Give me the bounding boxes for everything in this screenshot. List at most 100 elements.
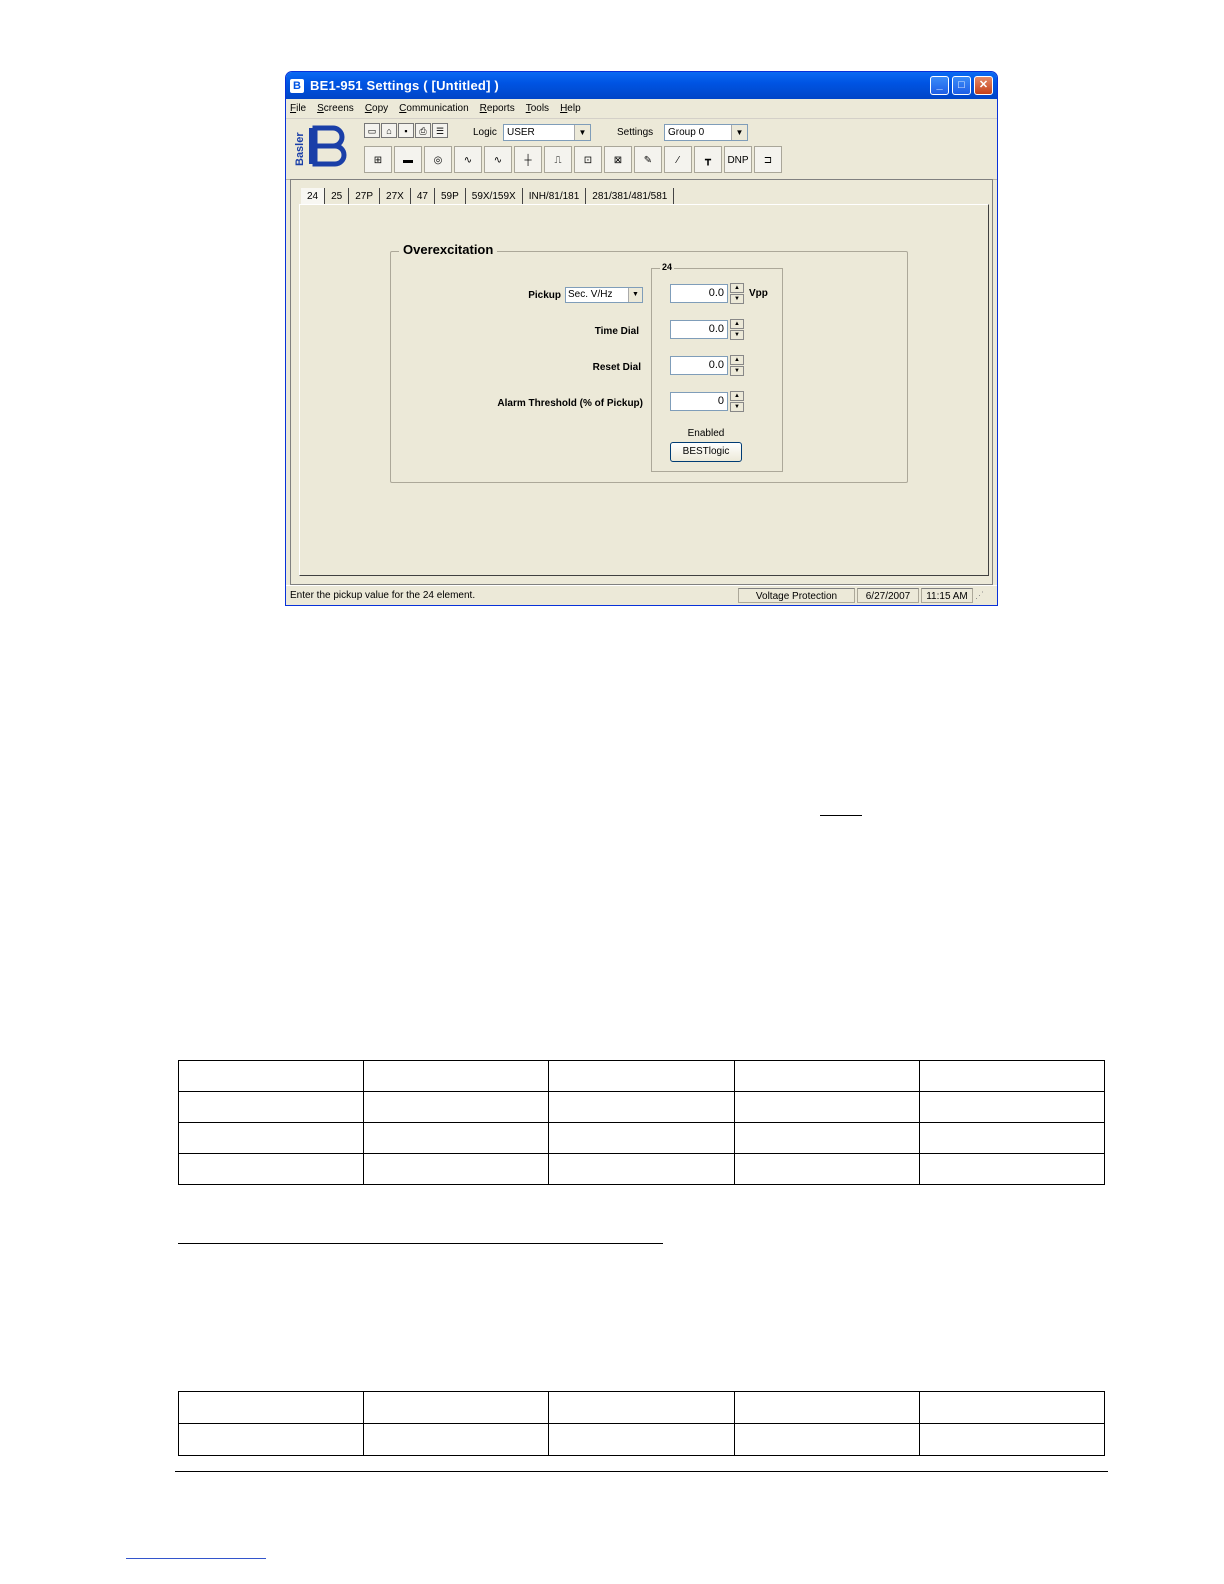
pickup-input[interactable]: 0.0 — [670, 284, 728, 303]
pickup-stepper[interactable]: ▲ ▼ — [730, 283, 744, 305]
settings-group-value: Group 0 — [668, 127, 705, 138]
pickup-label: Pickup — [528, 290, 561, 301]
reset-dial-stepper[interactable]: ▲ ▼ — [730, 355, 744, 377]
table-row — [177, 1060, 1106, 1092]
impedance-icon[interactable]: ⁄ — [664, 146, 692, 173]
tab-24[interactable]: 24 — [301, 188, 326, 204]
chevron-down-icon[interactable]: ▼ — [730, 294, 744, 304]
status-time: 11:15 AM — [921, 588, 973, 603]
properties-icon[interactable]: ☰ — [432, 123, 448, 138]
tab-59x[interactable]: 59X/159X — [465, 188, 523, 204]
overcurrent-icon[interactable]: ∿ — [454, 146, 482, 173]
save-icon[interactable]: ▪ — [398, 123, 414, 138]
new-file-icon[interactable]: ▭ — [364, 123, 380, 138]
communication-icon[interactable]: ▬ — [394, 146, 422, 173]
status-date: 6/27/2007 — [857, 588, 919, 603]
timer-icon[interactable]: ⊠ — [604, 146, 632, 173]
group-title: Overexcitation — [399, 242, 498, 257]
close-button[interactable]: ✕ — [974, 76, 993, 95]
resize-grip-icon[interactable]: ⋰ — [975, 590, 984, 601]
alarm-icon[interactable]: ✎ — [634, 146, 662, 173]
chevron-down-icon[interactable]: ▼ — [628, 288, 642, 302]
menu-file[interactable]: File — [290, 103, 306, 114]
test-icon[interactable]: ┳ — [694, 146, 722, 173]
time-dial-label: Time Dial — [594, 326, 639, 337]
toolbar: Basler ▭ ⌂ ▪ ⎙ ☰ Logic USER ▼ Settings G… — [286, 119, 997, 180]
print-icon[interactable]: ⎙ — [415, 123, 431, 138]
alarm-threshold-label: Alarm Threshold (% of Pickup) — [497, 398, 643, 409]
document-table-2 — [177, 1391, 1106, 1456]
logic-combo[interactable]: USER ▼ — [503, 124, 591, 141]
menu-bar: File Screens Copy Communication Reports … — [286, 99, 997, 119]
table-row — [177, 1122, 1106, 1154]
reset-dial-label: Reset Dial — [592, 362, 641, 373]
chevron-down-icon[interactable]: ▼ — [730, 366, 744, 376]
menu-reports[interactable]: Reports — [480, 103, 515, 114]
overexcitation-group: Overexcitation Pickup Sec. V/Hz ▼ Time D… — [390, 242, 908, 483]
chevron-up-icon[interactable]: ▲ — [730, 355, 744, 365]
menu-communication[interactable]: Communication — [399, 103, 469, 114]
maximize-button[interactable]: □ — [952, 76, 971, 95]
menu-screens[interactable]: Screens — [317, 103, 354, 114]
status-section: Voltage Protection — [738, 588, 855, 603]
footer-link-underline — [126, 1558, 266, 1559]
chevron-down-icon[interactable]: ▼ — [730, 402, 744, 412]
chevron-up-icon[interactable]: ▲ — [730, 391, 744, 401]
logic-value: USER — [507, 127, 535, 138]
logic-gate-icon[interactable]: ⊐ — [754, 146, 782, 173]
chevron-up-icon[interactable]: ▲ — [730, 319, 744, 329]
breaker-icon[interactable]: ⊡ — [574, 146, 602, 173]
status-bar: Enter the pickup value for the 24 elemen… — [286, 585, 997, 605]
table-row — [177, 1091, 1106, 1123]
settings-window: B BE1-951 Settings ( [Untitled] ) _ □ ✕ … — [285, 71, 998, 606]
element-24-group: 24 0.0 ▲ ▼ Vpp 0.0 ▲ ▼ 0.0 ▲ ▼ 0 ▲ ▼ Enabled… — [651, 262, 783, 472]
minimize-button[interactable]: _ — [930, 76, 949, 95]
small-toolbar: ▭ ⌂ ▪ ⎙ ☰ — [364, 123, 448, 138]
logo-text: Basler — [294, 132, 306, 166]
chevron-down-icon[interactable]: ▼ — [574, 125, 590, 140]
basler-logo: Basler — [294, 125, 347, 167]
settings-group-combo[interactable]: Group 0 ▼ — [664, 124, 748, 141]
chevron-up-icon[interactable]: ▲ — [730, 283, 744, 293]
menu-help[interactable]: Help — [560, 103, 581, 114]
pickup-unit: Vpp — [749, 288, 768, 299]
time-dial-stepper[interactable]: ▲ ▼ — [730, 319, 744, 341]
table-row — [177, 1423, 1106, 1456]
reclose-icon[interactable]: ⎍ — [544, 146, 572, 173]
alarm-threshold-input[interactable]: 0 — [670, 392, 728, 411]
reset-dial-input[interactable]: 0.0 — [670, 356, 728, 375]
app-icon: B — [290, 78, 304, 93]
voltage-icon[interactable]: ∿ — [484, 146, 512, 173]
status-message: Enter the pickup value for the 24 elemen… — [290, 590, 476, 601]
window-title: BE1-951 Settings ( [Untitled] ) — [310, 78, 499, 93]
menu-tools[interactable]: Tools — [526, 103, 549, 114]
tab-container: 24 25 27P 27X 47 59P 59X/159X INH/81/181… — [290, 179, 993, 585]
pickup-mode-select[interactable]: Sec. V/Hz ▼ — [565, 287, 643, 303]
dnp-icon[interactable]: DNP — [724, 146, 752, 173]
tab-281-581[interactable]: 281/381/481/581 — [586, 188, 675, 204]
bestlogic-button[interactable]: BESTlogic — [670, 442, 742, 462]
chevron-down-icon[interactable]: ▼ — [730, 330, 744, 340]
tab-27x[interactable]: 27X — [380, 188, 411, 204]
tab-panel-24: Overexcitation Pickup Sec. V/Hz ▼ Time D… — [299, 204, 989, 576]
section-rule — [178, 1243, 663, 1244]
counter-icon[interactable]: ◎ — [424, 146, 452, 173]
chevron-down-icon[interactable]: ▼ — [731, 125, 747, 140]
tab-25[interactable]: 25 — [325, 188, 350, 204]
large-toolbar: ⊞ ▬ ◎ ∿ ∿ ┼ ⎍ ⊡ ⊠ ✎ ⁄ ┳ DNP ⊐ — [364, 146, 782, 173]
tab-59p[interactable]: 59P — [434, 188, 466, 204]
time-dial-input[interactable]: 0.0 — [670, 320, 728, 339]
footer-rule — [175, 1471, 1108, 1472]
open-folder-icon[interactable]: ⌂ — [381, 123, 397, 138]
alarm-threshold-stepper[interactable]: ▲ ▼ — [730, 391, 744, 413]
enabled-status: Enabled — [687, 428, 725, 439]
general-settings-icon[interactable]: ⊞ — [364, 146, 392, 173]
tab-27p[interactable]: 27P — [349, 188, 381, 204]
tab-inh-81[interactable]: INH/81/181 — [522, 188, 587, 204]
underline-fragment — [820, 815, 862, 816]
tab-47[interactable]: 47 — [410, 188, 435, 204]
phase-angle-icon[interactable]: ┼ — [514, 146, 542, 173]
title-bar[interactable]: B BE1-951 Settings ( [Untitled] ) _ □ ✕ — [286, 72, 997, 99]
logic-label: Logic — [473, 127, 497, 138]
menu-copy[interactable]: Copy — [365, 103, 388, 114]
